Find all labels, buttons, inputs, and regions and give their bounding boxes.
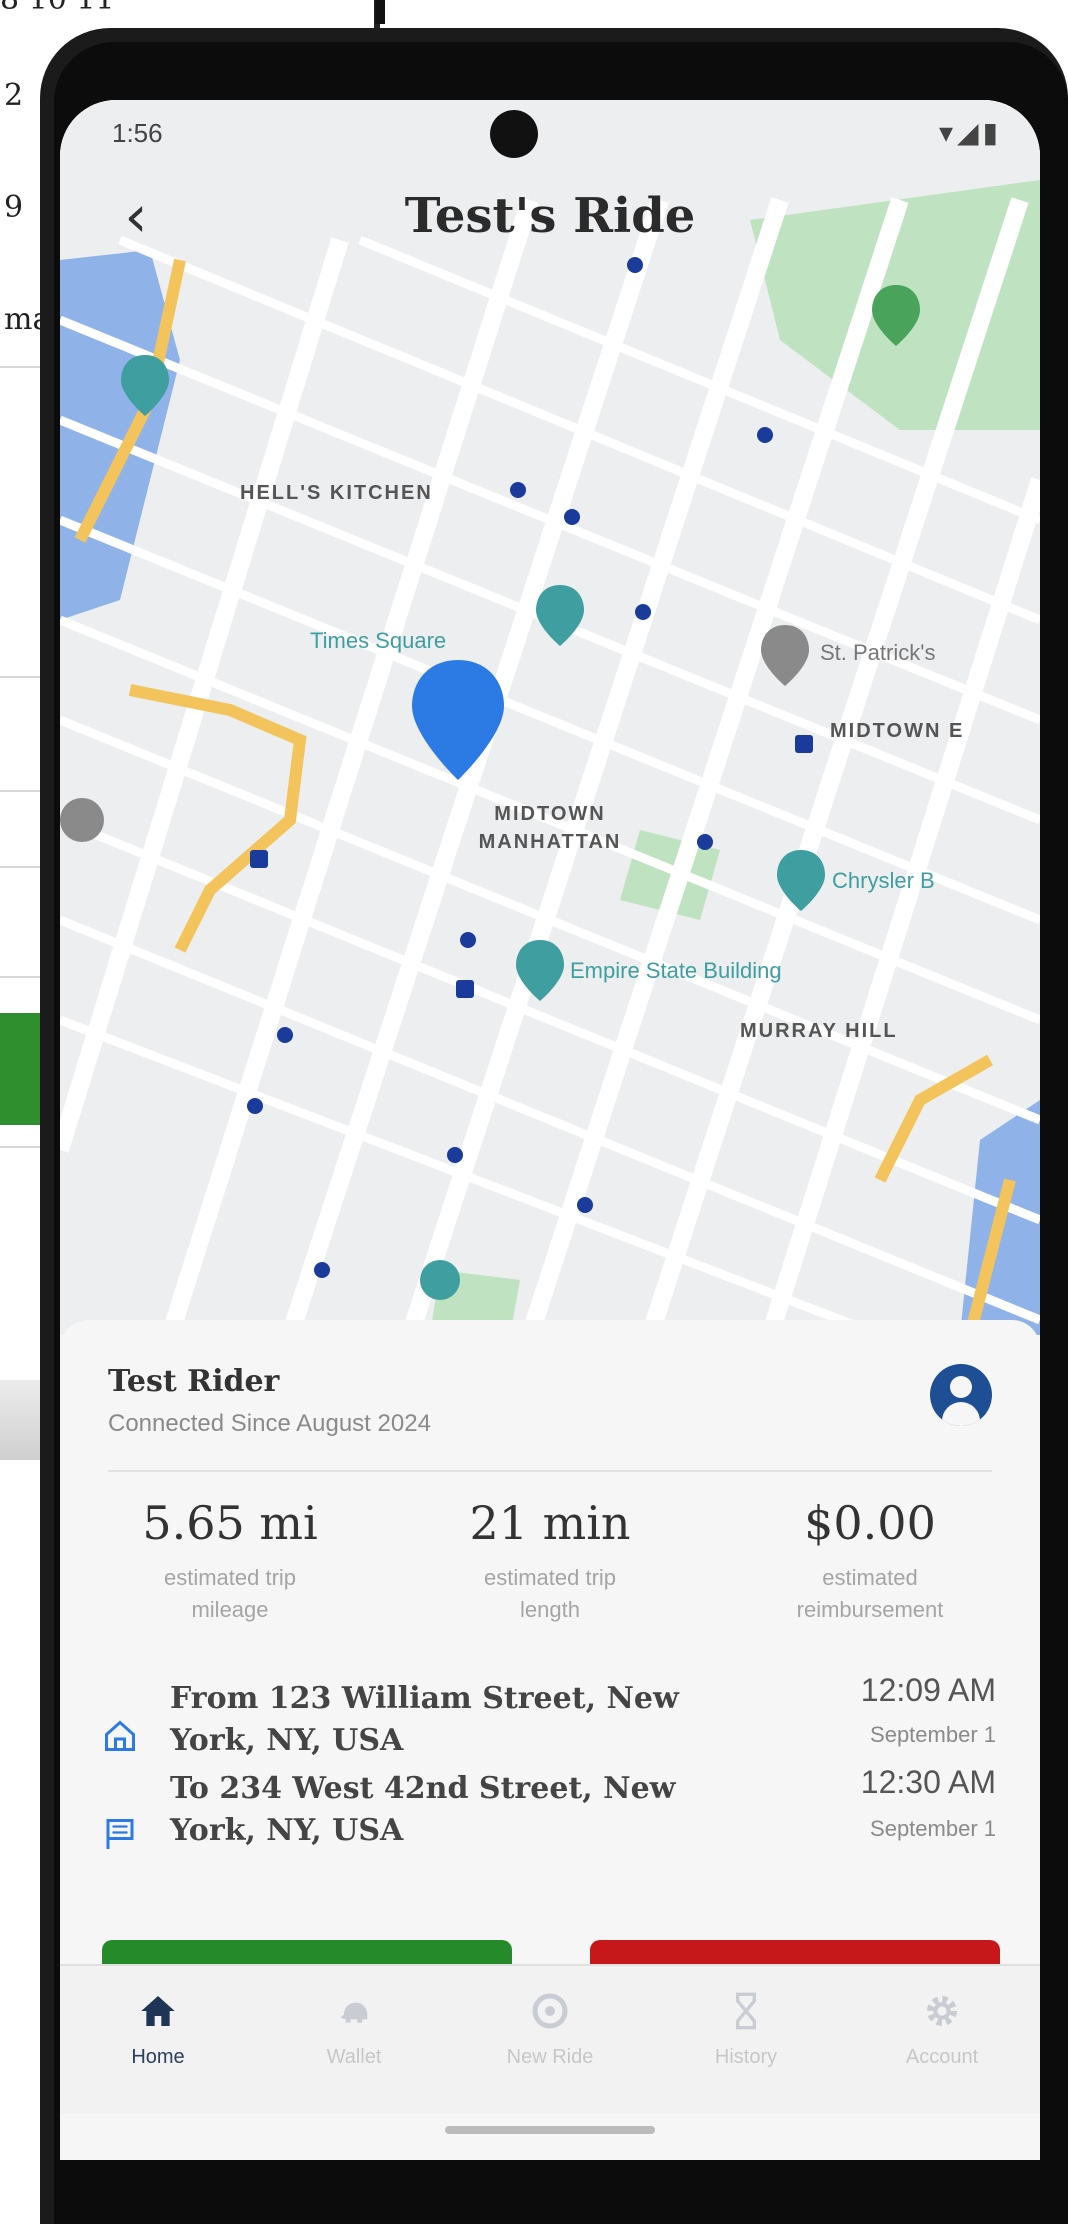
stat-mileage: 5.65 mi estimated trip mileage [80,1496,380,1626]
nav-label: Account [905,2046,979,2068]
rider-connected-since: Connected Since August 2024 [108,1410,431,1437]
route-from-time: 12:09 AM [860,1672,996,1708]
status-bar: 1:56 ▾◢▮ [60,100,1040,180]
home-indicator[interactable] [445,2126,655,2134]
history-icon [648,1984,844,2038]
nav-item-home[interactable]: Home [60,1984,256,2069]
stat-value: $0.00 [804,1496,936,1550]
map-neighborhood-label: HELL'S KITCHEN [240,482,433,504]
avatar-head [950,1376,972,1398]
nav-item-history[interactable]: History [648,1984,844,2069]
map-neighborhood-label: MIDTOWN E [830,720,965,742]
rider-name: Test Rider [108,1364,280,1399]
home-icon [60,1984,256,2038]
nav-item-wallet[interactable]: Wallet [256,1984,452,2069]
status-icons: ▾◢▮ [939,116,1002,149]
account-circle-icon[interactable] [930,1364,992,1426]
page-title: Test's Ride [404,188,696,244]
background-top-numbers: 8 10 11 [0,0,300,17]
stat-value: 5.65 mi [142,1496,318,1550]
route-to-address: To 234 West 42nd Street, New York, NY, U… [170,1771,676,1848]
nav-label: Wallet [326,2046,382,2068]
stat-label: estimated trip length [483,1565,617,1622]
status-time: 1:56 [112,118,163,148]
stat-label: estimated trip mileage [163,1565,297,1622]
map-poi-label[interactable]: Chrysler B [832,868,935,894]
background-row-number: 9 [4,190,24,225]
stat-label: estimated reimbursement [796,1565,944,1622]
bottom-nav: Home Wallet New Ride History Account [60,1964,1040,2114]
nav-label: New Ride [506,2046,594,2068]
nav-label: History [714,2046,778,2068]
map-poi-label[interactable]: St. Patrick's [820,640,935,666]
avatar-body [942,1402,980,1426]
map-view[interactable]: HELL'S KITCHEN MIDTOWN MANHATTAN MIDTOWN… [60,100,1040,1335]
wifi-icon: ▾ [938,117,958,148]
map-poi-label[interactable]: Times Square [310,628,446,654]
stat-length: 21 min estimated trip length [400,1496,700,1626]
flag-icon [106,1819,134,1849]
wallet-icon [256,1984,452,2038]
nav-item-account[interactable]: Account [844,1984,1040,2069]
stat-reimbursement: $0.00 estimated reimbursement [720,1496,1020,1626]
route-from-address: From 123 William Street, New York, NY, U… [170,1681,679,1758]
stat-value: 21 min [469,1496,631,1550]
nav-label: Home [131,2046,185,2068]
background-divider [375,0,385,24]
gear-icon [844,1984,1040,2038]
map-poi-label[interactable]: Empire State Building [570,958,782,984]
divider [108,1470,992,1472]
signal-icon: ◢ [957,117,983,148]
route-to-time: 12:30 AM [860,1764,996,1800]
nav-item-new-ride[interactable]: New Ride [452,1984,648,2069]
home-icon [105,1720,135,1751]
new-ride-icon [452,1984,648,2038]
phone-screen: HELL'S KITCHEN MIDTOWN MANHATTAN MIDTOWN… [60,100,1040,2160]
route-to-date: September 1 [870,1816,996,1841]
camera-cutout [490,110,538,158]
battery-icon: ▮ [982,117,1002,148]
map-graphic [60,100,1040,1335]
map-neighborhood-label: MIDTOWN MANHATTAN [478,803,622,853]
background-row-number: 2 [4,78,24,113]
route-from-date: September 1 [870,1722,996,1747]
map-neighborhood-label: MURRAY HILL [740,1020,898,1042]
